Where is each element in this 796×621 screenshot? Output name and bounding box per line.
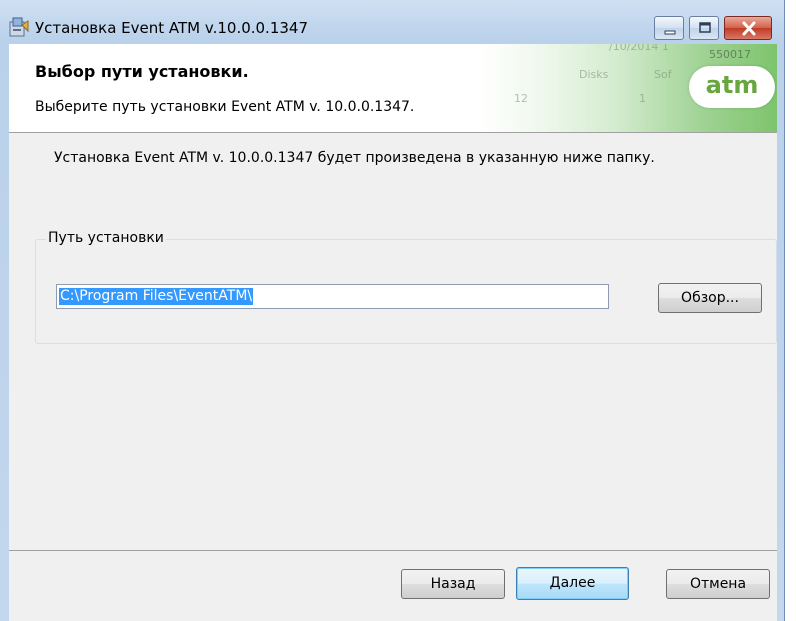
banner-bg-fragment: Sof (654, 68, 672, 81)
back-button[interactable]: Назад (401, 569, 505, 599)
header-banner: /10/2014 1 550017 Disks Sof 12 1 Выбор п… (9, 44, 777, 133)
banner-bg-fragment: 1 (639, 92, 646, 105)
atm-logo-text: atm (705, 71, 759, 99)
install-folder-description: Установка Event ATM v. 10.0.0.1347 будет… (54, 150, 655, 166)
install-path-group-label: Путь установки (46, 230, 166, 246)
installer-window: Установка Event ATM v.10.0.0.1347 /10/20… (0, 0, 785, 621)
install-path-group: Путь установки C:\Program Files\EventATM… (35, 230, 777, 344)
window-title: Установка Event ATM v.10.0.0.1347 (35, 19, 309, 37)
close-icon (742, 21, 756, 36)
footer-divider (9, 550, 777, 551)
title-bar[interactable]: Установка Event ATM v.10.0.0.1347 (0, 6, 785, 44)
close-button[interactable] (724, 16, 772, 40)
next-button[interactable]: Далее (516, 567, 629, 600)
install-path-input[interactable]: C:\Program Files\EventATM\ (56, 284, 609, 309)
install-path-value: C:\Program Files\EventATM\ (59, 288, 254, 305)
maximize-icon (699, 22, 711, 33)
banner-bg-fragment: 12 (514, 92, 528, 105)
banner-bg-fragment: 550017 (709, 48, 751, 61)
installer-app-icon (9, 17, 29, 37)
banner-bg-fragment: Disks (579, 68, 609, 81)
atm-logo: atm (689, 66, 775, 108)
browse-button[interactable]: Обзор... (658, 283, 762, 313)
page-subtitle: Выберите путь установки Event ATM v. 10.… (35, 99, 415, 115)
minimize-button[interactable] (654, 16, 684, 40)
maximize-button[interactable] (689, 16, 719, 40)
cancel-button[interactable]: Отмена (666, 569, 770, 599)
banner-bg-fragment: /10/2014 1 (609, 44, 669, 53)
dialog-client-area: /10/2014 1 550017 Disks Sof 12 1 Выбор п… (9, 44, 777, 621)
page-heading: Выбор пути установки. (35, 62, 249, 81)
minimize-icon (664, 30, 676, 35)
